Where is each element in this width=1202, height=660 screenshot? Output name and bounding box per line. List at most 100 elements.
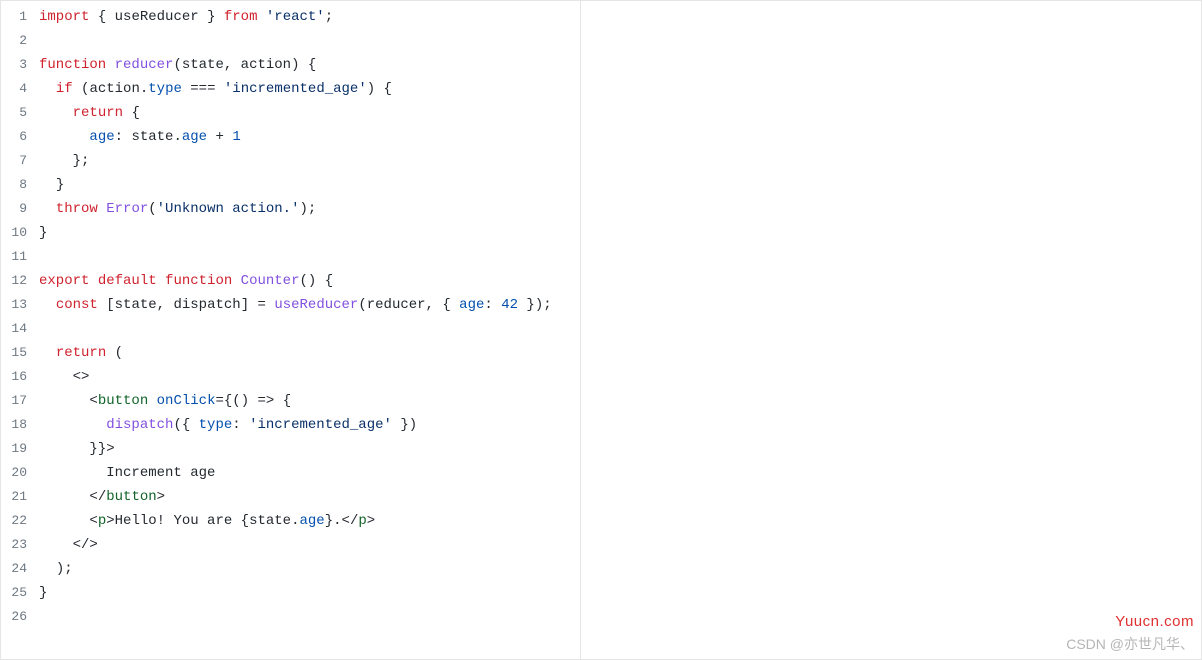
token-punc: >: [157, 489, 165, 505]
token-punc: <: [342, 513, 350, 529]
code-content[interactable]: export default function Counter() {: [39, 269, 580, 293]
token-punc: (: [299, 273, 307, 289]
code-content[interactable]: return {: [39, 101, 580, 125]
code-line[interactable]: 21 </button>: [1, 485, 580, 509]
token-punc: {: [384, 81, 392, 97]
token-punc: <: [73, 537, 81, 553]
token-pl: .: [333, 513, 341, 529]
token-op: +: [216, 129, 224, 145]
line-number: 11: [1, 245, 39, 269]
token-pl: [241, 417, 249, 433]
line-number: 1: [1, 5, 39, 29]
code-content[interactable]: <>: [39, 365, 580, 389]
token-punc: ): [56, 561, 64, 577]
code-content[interactable]: </button>: [39, 485, 580, 509]
code-line[interactable]: 25}: [1, 581, 580, 605]
code-line[interactable]: 10}: [1, 221, 580, 245]
code-line[interactable]: 2: [1, 29, 580, 53]
token-pl: [216, 81, 224, 97]
code-line[interactable]: 4 if (action.type === 'incremented_age')…: [1, 77, 580, 101]
token-punc: ,: [224, 57, 232, 73]
token-kw: export: [39, 273, 89, 289]
token-pl: state: [249, 513, 291, 529]
token-punc: {: [241, 513, 249, 529]
token-pl: [39, 369, 73, 385]
token-punc: ): [367, 81, 375, 97]
token-punc: >: [106, 513, 114, 529]
token-pl: [89, 9, 97, 25]
code-line[interactable]: 5 return {: [1, 101, 580, 125]
line-number: 21: [1, 485, 39, 509]
line-number: 10: [1, 221, 39, 245]
token-op: =: [258, 297, 266, 313]
code-line[interactable]: 9 throw Error('Unknown action.');: [1, 197, 580, 221]
line-number: 9: [1, 197, 39, 221]
token-kw: function: [165, 273, 232, 289]
token-pl: [39, 153, 73, 169]
code-line[interactable]: 19 }}>: [1, 437, 580, 461]
line-number: 24: [1, 557, 39, 581]
token-punc: <: [89, 513, 97, 529]
code-content[interactable]: import { useReducer } from 'react';: [39, 5, 580, 29]
code-line[interactable]: 24 );: [1, 557, 580, 581]
token-punc: >: [89, 537, 97, 553]
code-line[interactable]: 15 return (: [1, 341, 580, 365]
code-line[interactable]: 8 }: [1, 173, 580, 197]
code-content[interactable]: }: [39, 173, 580, 197]
code-content[interactable]: throw Error('Unknown action.');: [39, 197, 580, 221]
code-content[interactable]: };: [39, 149, 580, 173]
token-punc: {: [283, 393, 291, 409]
code-content[interactable]: dispatch({ type: 'incremented_age' }): [39, 413, 580, 437]
token-punc: [: [106, 297, 114, 313]
code-content[interactable]: <button onClick={() => {: [39, 389, 580, 413]
code-line[interactable]: 18 dispatch({ type: 'incremented_age' }): [1, 413, 580, 437]
code-content[interactable]: }}>: [39, 437, 580, 461]
token-punc: ;: [543, 297, 551, 313]
code-content[interactable]: function reducer(state, action) {: [39, 53, 580, 77]
code-line[interactable]: 3function reducer(state, action) {: [1, 53, 580, 77]
code-content[interactable]: }: [39, 221, 580, 245]
token-kw: function: [39, 57, 106, 73]
line-number: 26: [1, 605, 39, 629]
code-content[interactable]: Increment age: [39, 461, 580, 485]
code-line[interactable]: 17 <button onClick={() => {: [1, 389, 580, 413]
token-pl: [249, 393, 257, 409]
token-kw: const: [56, 297, 98, 313]
token-punc: ): [535, 297, 543, 313]
code-content[interactable]: </>: [39, 533, 580, 557]
code-content[interactable]: }: [39, 581, 580, 605]
code-editor-pane[interactable]: 1import { useReducer } from 'react';23fu…: [1, 1, 581, 659]
code-content[interactable]: age: state.age + 1: [39, 125, 580, 149]
code-line[interactable]: 12export default function Counter() {: [1, 269, 580, 293]
token-pl: Increment age: [39, 465, 215, 481]
code-content[interactable]: return (: [39, 341, 580, 365]
token-punc: }: [39, 585, 47, 601]
token-op: ===: [190, 81, 215, 97]
code-line[interactable]: 6 age: state.age + 1: [1, 125, 580, 149]
token-punc: <: [73, 369, 81, 385]
code-line[interactable]: 16 <>: [1, 365, 580, 389]
code-line[interactable]: 13 const [state, dispatch] = useReducer(…: [1, 293, 580, 317]
code-line[interactable]: 7 };: [1, 149, 580, 173]
code-content[interactable]: );: [39, 557, 580, 581]
line-number: 16: [1, 365, 39, 389]
token-punc: (: [232, 393, 240, 409]
token-fn: useReducer: [274, 297, 358, 313]
code-line[interactable]: 20 Increment age: [1, 461, 580, 485]
token-punc: }: [89, 441, 97, 457]
code-content[interactable]: const [state, dispatch] = useReducer(red…: [39, 293, 580, 317]
code-line[interactable]: 26: [1, 605, 580, 629]
token-tag: p: [98, 513, 106, 529]
token-attr: onClick: [157, 393, 216, 409]
token-punc: >: [81, 369, 89, 385]
code-line[interactable]: 11: [1, 245, 580, 269]
token-punc: }: [526, 297, 534, 313]
code-line[interactable]: 23 </>: [1, 533, 580, 557]
token-pl: useReducer: [106, 9, 207, 25]
code-content[interactable]: if (action.type === 'incremented_age') {: [39, 77, 580, 101]
code-content[interactable]: <p>Hello! You are {state.age}.</p>: [39, 509, 580, 533]
code-line[interactable]: 22 <p>Hello! You are {state.age}.</p>: [1, 509, 580, 533]
code-line[interactable]: 1import { useReducer } from 'react';: [1, 5, 580, 29]
token-punc: {: [308, 57, 316, 73]
code-line[interactable]: 14: [1, 317, 580, 341]
